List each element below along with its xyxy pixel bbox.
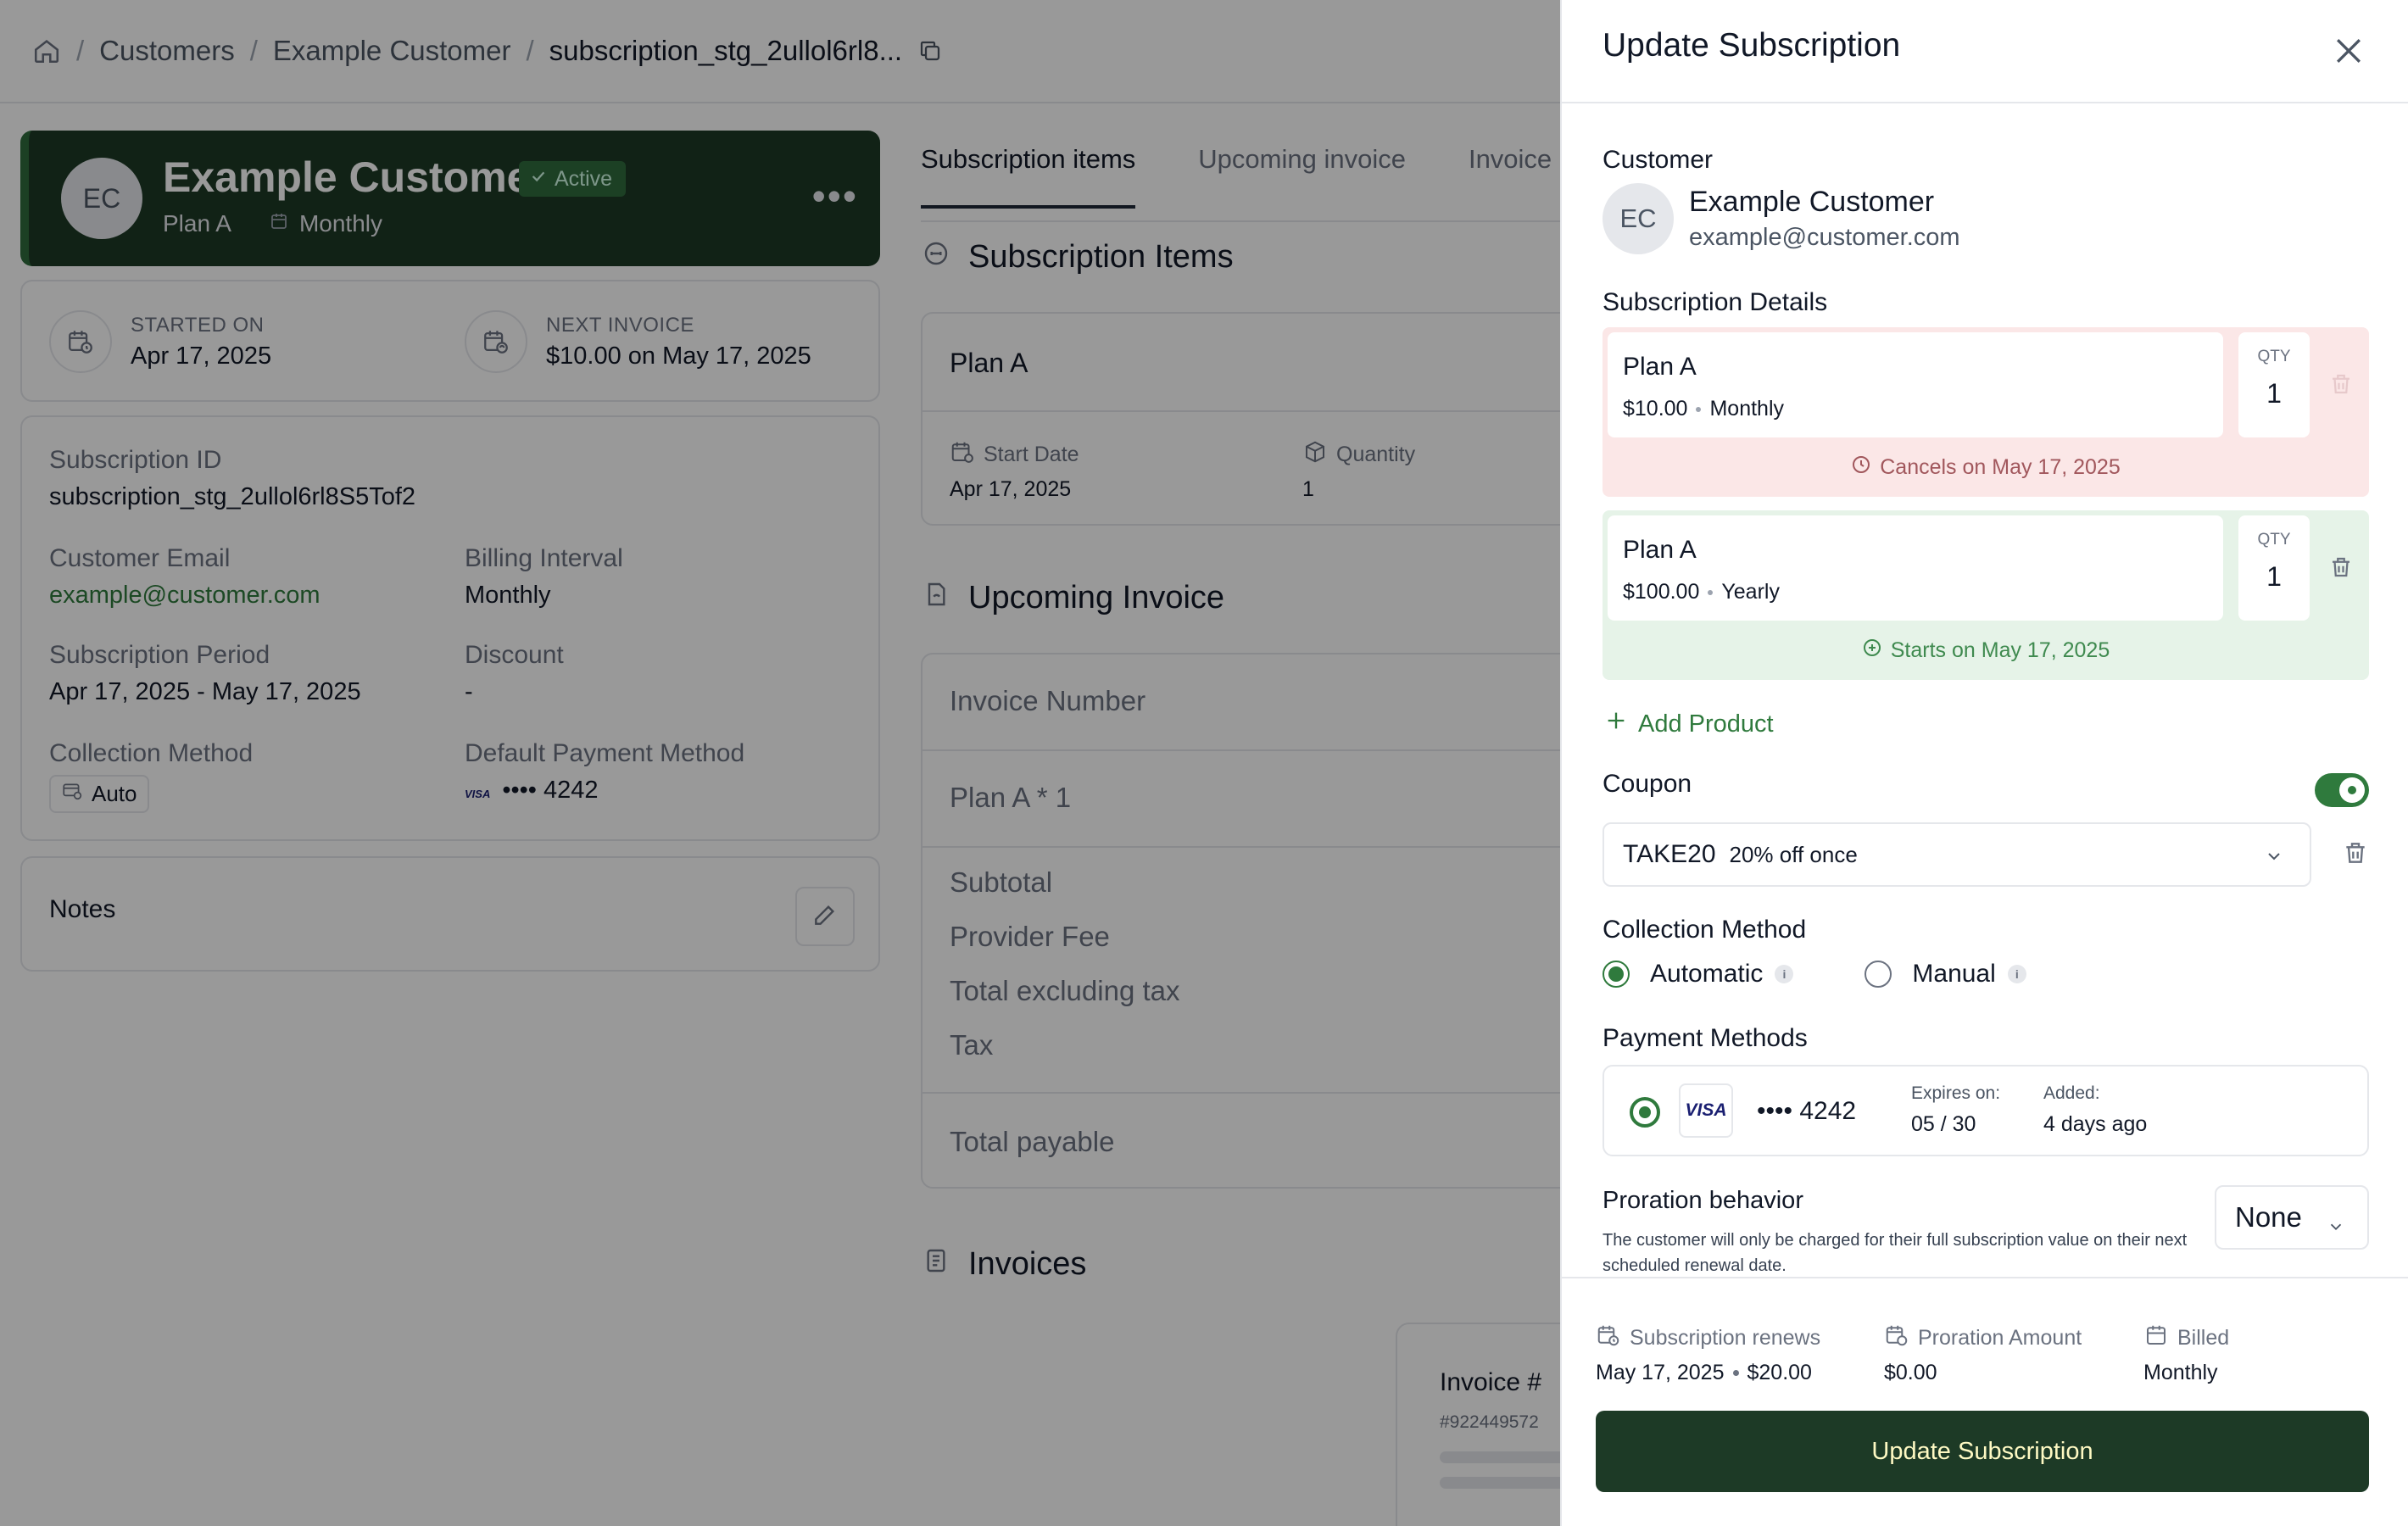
coupon-select[interactable]: TAKE20 20% off once [1603, 822, 2311, 887]
dot-separator [1708, 589, 1714, 595]
update-subscription-button[interactable]: Update Subscription [1596, 1411, 2369, 1492]
calendar-icon [2143, 1323, 2169, 1354]
plus-circle-icon [1862, 638, 1882, 664]
payment-radio[interactable] [1630, 1097, 1660, 1128]
proration-label: Proration behavior [1603, 1187, 1803, 1214]
plan-item-starting: Plan A $100.00 Yearly QTY 1 Starts on Ma… [1603, 510, 2369, 680]
summary-renews: Subscription renews May 17, 2025 $20.00 [1596, 1323, 1820, 1385]
customer-email: example@customer.com [1689, 224, 1960, 251]
add-product-button[interactable]: Add Product [1604, 709, 1774, 739]
coupon-label: Coupon [1603, 770, 1692, 798]
avatar: EC [1603, 183, 1674, 254]
plan-name: Plan A [1623, 536, 1697, 564]
billed-value: Monthly [2143, 1361, 2218, 1384]
plan-card: Plan A $10.00 Monthly [1608, 332, 2223, 437]
proration-value: None [2235, 1201, 2302, 1233]
info-icon[interactable]: i [2007, 965, 2026, 983]
expires-value: 05 / 30 [1911, 1112, 1976, 1136]
chevron-down-icon [2264, 846, 2284, 871]
toggle-knob [2339, 777, 2365, 803]
automatic-label: Automatic [1650, 960, 1764, 988]
qty-label: QTY [2257, 531, 2291, 549]
renews-label: Subscription renews [1596, 1323, 1820, 1354]
summary-billed: Billed Monthly [2143, 1323, 2229, 1385]
proration-description: The customer will only be charged for th… [1603, 1231, 2188, 1275]
info-icon[interactable]: i [1775, 965, 1794, 983]
trash-icon [2328, 371, 2354, 401]
proration-amount-value: $0.00 [1884, 1361, 1937, 1384]
qty-value: 1 [2266, 378, 2282, 409]
added-label: Added: [2043, 1083, 2100, 1103]
plan-card: Plan A $100.00 Yearly [1608, 515, 2223, 621]
coupon-toggle[interactable] [2315, 773, 2369, 807]
clock-icon [1851, 454, 1871, 481]
dot-separator [1696, 406, 1702, 412]
drawer-customer: EC Example Customer example@customer.com [1603, 183, 1960, 254]
customer-name: Example Customer [1689, 186, 1935, 218]
modal-backdrop[interactable] [0, 0, 1560, 1526]
collection-method-label: Collection Method [1603, 916, 1807, 944]
proration-amount-label: Proration Amount [1884, 1323, 2082, 1354]
qty-value: 1 [2266, 561, 2282, 592]
drawer-title: Update Subscription [1603, 27, 1901, 64]
plus-icon [1604, 709, 1628, 739]
coupon-description: 20% off once [1729, 841, 1858, 867]
footer-divider [1562, 1277, 2408, 1278]
plan-item-cancelling: Plan A $10.00 Monthly QTY 1 Cancels on M… [1603, 327, 2369, 497]
calendar-icon [1884, 1323, 1909, 1354]
plan-name: Plan A [1623, 353, 1697, 381]
proration-select[interactable]: None [2215, 1185, 2369, 1250]
customer-label: Customer [1603, 146, 1714, 174]
radio-manual[interactable] [1865, 961, 1892, 988]
added-value: 4 days ago [2043, 1112, 2148, 1136]
subscription-details-label: Subscription Details [1603, 288, 1828, 316]
qty-label: QTY [2257, 348, 2291, 365]
summary-proration: Proration Amount $0.00 [1884, 1323, 2082, 1385]
drawer-header: Update Subscription [1562, 0, 2408, 103]
billed-label: Billed [2143, 1323, 2229, 1354]
payment-method-option[interactable]: VISA •••• 4242 Expires on: 05 / 30 Added… [1603, 1065, 2369, 1156]
plan-price: $10.00 Monthly [1623, 397, 1785, 420]
card-number: •••• 4242 [1757, 1097, 1857, 1125]
expires-label: Expires on: [1911, 1083, 2001, 1103]
collection-method-options: Automatic i Manual i [1603, 960, 2026, 989]
renews-value: May 17, 2025 $20.00 [1596, 1361, 1812, 1384]
close-icon[interactable] [2330, 32, 2367, 70]
cancel-note: Cancels on May 17, 2025 [1603, 454, 2369, 481]
chevron-down-icon [2327, 1211, 2345, 1243]
update-subscription-drawer: Update Subscription Customer EC Example … [1560, 0, 2408, 1526]
calendar-clock-icon [1596, 1323, 1621, 1354]
plan-price: $100.00 Yearly [1623, 580, 1780, 604]
quantity-input[interactable]: QTY 1 [2238, 515, 2310, 621]
visa-icon: VISA [1679, 1083, 1733, 1138]
payment-methods-label: Payment Methods [1603, 1024, 1808, 1052]
coupon-code: TAKE20 [1623, 840, 1716, 868]
manual-label: Manual [1912, 960, 1996, 988]
trash-icon[interactable] [2328, 554, 2354, 584]
quantity-input[interactable]: QTY 1 [2238, 332, 2310, 437]
start-note: Starts on May 17, 2025 [1603, 638, 2369, 664]
radio-automatic[interactable] [1603, 961, 1630, 988]
remove-coupon-icon[interactable] [2342, 839, 2369, 871]
dot-separator [1732, 1370, 1739, 1376]
